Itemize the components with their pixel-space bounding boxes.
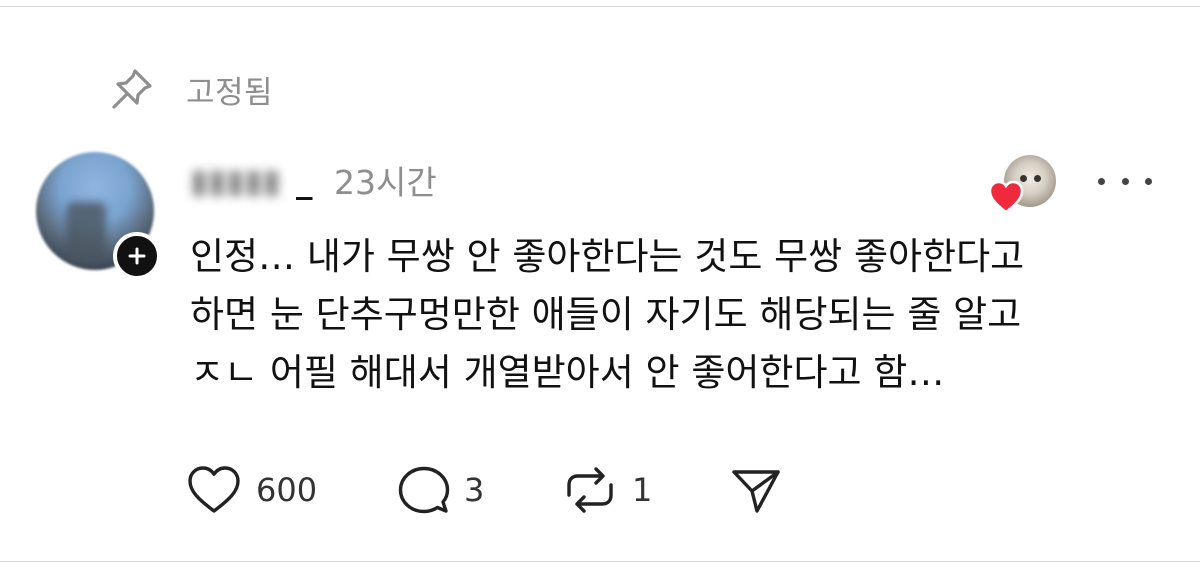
send-icon [732,470,780,513]
more-options-button[interactable] [1098,166,1152,196]
follow-button[interactable] [113,232,161,280]
post-text-line: 하면 눈 단추구멍만한 애들이 자기도 해당되는 줄 알고 [190,293,1022,336]
bottom-divider [0,561,1200,562]
share-button[interactable] [730,465,782,515]
pinned-indicator: 고정됨 [108,64,273,114]
repost-count: 1 [632,471,653,509]
plus-icon [128,247,146,265]
pinned-label: 고정됨 [186,74,274,111]
post-text-line: 인정… 내가 무쌍 안 좋아한다는 것도 무쌍 좋아한다고 [190,235,1025,278]
more-dot [1121,177,1129,185]
heart-outline-icon [188,466,240,513]
top-divider [0,6,1200,7]
repost-icon [567,467,613,513]
heart-icon [988,180,1024,214]
post-timestamp[interactable]: 23시간 [334,160,437,202]
username-blurred[interactable]: ▮▮▮▮▮ [190,160,296,200]
reply-count: 3 [464,471,485,509]
action-bar: 600 3 1 [186,460,782,520]
post-text[interactable]: 인정… 내가 무쌍 안 좋아한다는 것도 무쌍 좋아한다고 하면 눈 단추구멍만… [190,228,1170,402]
speech-bubble-icon [398,466,450,514]
more-dot [1098,177,1105,185]
pin-icon [108,65,156,113]
reply-button[interactable]: 3 [398,464,562,516]
username-suffix[interactable]: _ [296,160,313,200]
more-dot [1145,177,1152,185]
like-count: 600 [256,471,318,509]
repost-button[interactable]: 1 [562,464,730,516]
like-button[interactable]: 600 [186,464,398,516]
post-text-line: ㅈㄴ 어필 해대서 개열받아서 안 좋어한다고 함… [190,351,945,394]
